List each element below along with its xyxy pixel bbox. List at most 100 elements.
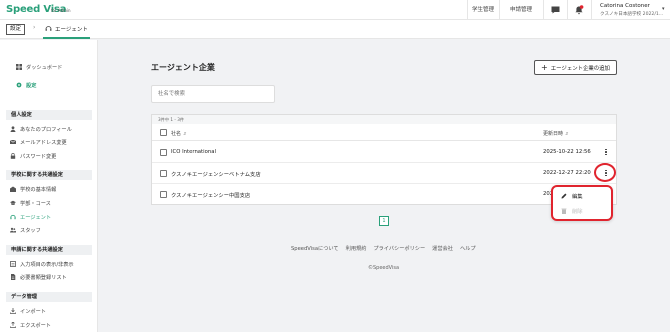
footer-link-company[interactable]: 運営会社 [432, 245, 453, 252]
row-checkbox[interactable] [160, 170, 167, 177]
row-name[interactable]: クスノキエージェンシー中国支店 [171, 191, 250, 199]
table-row[interactable]: クスノキエージェンシーベトナム支店 2022-12-27 22:20 [152, 163, 616, 184]
sort-icon: ⇵ [183, 131, 187, 136]
nav-applications[interactable]: 申請管理 [499, 0, 543, 20]
row-actions-menu: 編集 削除 [551, 185, 613, 221]
graduation-cap-icon [10, 200, 16, 205]
menu-item-edit-label: 編集 [572, 194, 583, 200]
pagination-page[interactable]: 1 [379, 216, 389, 226]
breadcrumb: 設定 › エージェント [0, 20, 670, 39]
footer-link-about[interactable]: SpeedVisaについて [291, 245, 339, 252]
sidebar-item-label: 設定 [26, 82, 37, 89]
sidebar-item-dashboard[interactable]: ダッシュボード [16, 62, 62, 72]
sidebar-item-staff[interactable]: スタッフ [10, 225, 41, 235]
column-updated-label: 更新日時 [543, 131, 564, 137]
sidebar-item-password[interactable]: パスワード変更 [10, 151, 56, 161]
sidebar-item-label: 必要書類登録リスト [20, 274, 67, 281]
sidebar-item-email[interactable]: メールアドレス変更 [10, 137, 67, 147]
bell-icon [575, 5, 584, 15]
sidebar-item-school-info[interactable]: 学校の基本情報 [10, 184, 56, 194]
add-agent-button[interactable]: + エージェント企業の追加 [534, 60, 617, 75]
breadcrumb-settings[interactable]: 設定 [6, 24, 26, 35]
sidebar-section-school: 学校に関する共通設定 [6, 170, 92, 180]
agents-table: 3件中 1 - 3件 社名 ⇵ 更新日時 ⇵ ICO International 2… [151, 114, 617, 205]
row-date: 2025-10-22 12:56 [543, 149, 591, 155]
headset-icon [10, 214, 16, 220]
footer-link-help[interactable]: ヘルプ [460, 245, 476, 252]
sidebar-section-personal: 個人設定 [6, 110, 92, 120]
sidebar-section-applications: 申請に関する共通設定 [6, 245, 92, 255]
gear-icon [16, 82, 22, 88]
sidebar-item-agents[interactable]: エージェント [10, 212, 51, 222]
more-options-icon[interactable] [602, 147, 610, 157]
import-icon [10, 308, 16, 314]
menu-item-edit[interactable]: 編集 [561, 191, 583, 201]
user-organization: クスノキ日本語学校 2022/1... [600, 12, 664, 17]
footer-link-terms[interactable]: 利用規約 [346, 245, 367, 252]
app-logo-subtitle: for Admin [51, 8, 71, 13]
sidebar-item-label: スタッフ [20, 227, 41, 234]
sidebar-item-field-visibility[interactable]: 入力項目の表示/非表示 [10, 259, 74, 269]
sidebar-item-export[interactable]: エクスポート [10, 320, 51, 330]
user-name[interactable]: Catorina Costoner [600, 3, 650, 9]
menu-item-delete-label: 削除 [572, 209, 583, 215]
highlight-circle [594, 163, 616, 182]
footer-link-privacy[interactable]: プライバシーポリシー [373, 245, 425, 252]
copyright: ©SpeedVisa [368, 265, 400, 271]
person-icon [10, 126, 16, 132]
plus-icon: + [541, 62, 548, 72]
row-name[interactable]: クスノキエージェンシーベトナム支店 [171, 170, 261, 178]
building-icon [10, 186, 16, 192]
sidebar-item-import[interactable]: インポート [10, 306, 46, 316]
footer-links: SpeedVisaについて 利用規約 プライバシーポリシー 運営会社 ヘルプ [291, 245, 476, 252]
sidebar-item-profile[interactable]: あなたのプロフィール [10, 124, 72, 134]
messages-button[interactable] [543, 0, 567, 20]
sidebar-item-label: パスワード変更 [20, 153, 57, 160]
sidebar-item-courses[interactable]: 学部・コース [10, 198, 51, 208]
nav-students[interactable]: 学生管理 [467, 0, 499, 20]
row-name[interactable]: ICO International [171, 149, 216, 155]
select-all-checkbox[interactable] [160, 129, 167, 136]
top-header: Speed Visa for Admin 学生管理 申請管理 Catorina … [0, 0, 670, 20]
sidebar-item-required-documents[interactable]: 必要書類登録リスト [10, 272, 67, 282]
table-row[interactable]: クスノキエージェンシー中国支店 202 [152, 184, 616, 205]
sidebar-item-label: あなたのプロフィール [20, 126, 72, 133]
sidebar-item-label: ダッシュボード [26, 64, 63, 71]
table-row[interactable]: ICO International 2025-10-22 12:56 [152, 142, 616, 163]
chevron-down-icon[interactable]: ▾ [662, 6, 665, 12]
sidebar-item-label: エクスポート [20, 322, 51, 329]
page-title: エージェント企業 [151, 63, 215, 72]
sort-icon: ⇵ [565, 131, 569, 136]
export-icon [10, 322, 16, 328]
table-header: 社名 ⇵ 更新日時 ⇵ [152, 124, 616, 141]
menu-item-delete[interactable]: 削除 [561, 206, 583, 216]
row-checkbox[interactable] [160, 149, 167, 156]
row-date: 2022-12-27 22:20 [543, 170, 591, 176]
sidebar-item-settings[interactable]: 設定 [16, 80, 36, 90]
people-icon [10, 227, 16, 233]
search-input[interactable] [151, 85, 275, 103]
breadcrumb-current: エージェント [43, 20, 90, 39]
chevron-right-icon: › [33, 24, 36, 31]
sidebar-item-label: 入力項目の表示/非表示 [20, 261, 74, 268]
breadcrumb-current-label: エージェント [55, 26, 88, 33]
add-agent-button-label: エージェント企業の追加 [550, 65, 610, 72]
trash-icon [561, 208, 567, 214]
sidebar: ダッシュボード 設定 個人設定 あなたのプロフィール メールアドレス変更 パスワ… [0, 40, 98, 332]
dashboard-icon [16, 64, 22, 70]
row-checkbox[interactable] [160, 191, 167, 198]
document-icon [11, 274, 16, 280]
sidebar-item-label: 学部・コース [20, 200, 51, 207]
sidebar-item-label: 学校の基本情報 [20, 186, 57, 193]
mail-icon [10, 139, 16, 144]
column-name-label: 社名 [171, 131, 182, 137]
notifications-button[interactable] [567, 0, 591, 20]
sidebar-item-label: メールアドレス変更 [20, 139, 67, 146]
column-name-header[interactable]: 社名 ⇵ [171, 130, 186, 137]
sidebar-section-data: データ管理 [6, 292, 92, 302]
chat-icon [551, 6, 559, 14]
form-icon [10, 261, 16, 267]
result-count: 3件中 1 - 3件 [152, 115, 616, 124]
sidebar-item-label: インポート [20, 308, 46, 315]
column-updated-header[interactable]: 更新日時 ⇵ [543, 130, 568, 137]
